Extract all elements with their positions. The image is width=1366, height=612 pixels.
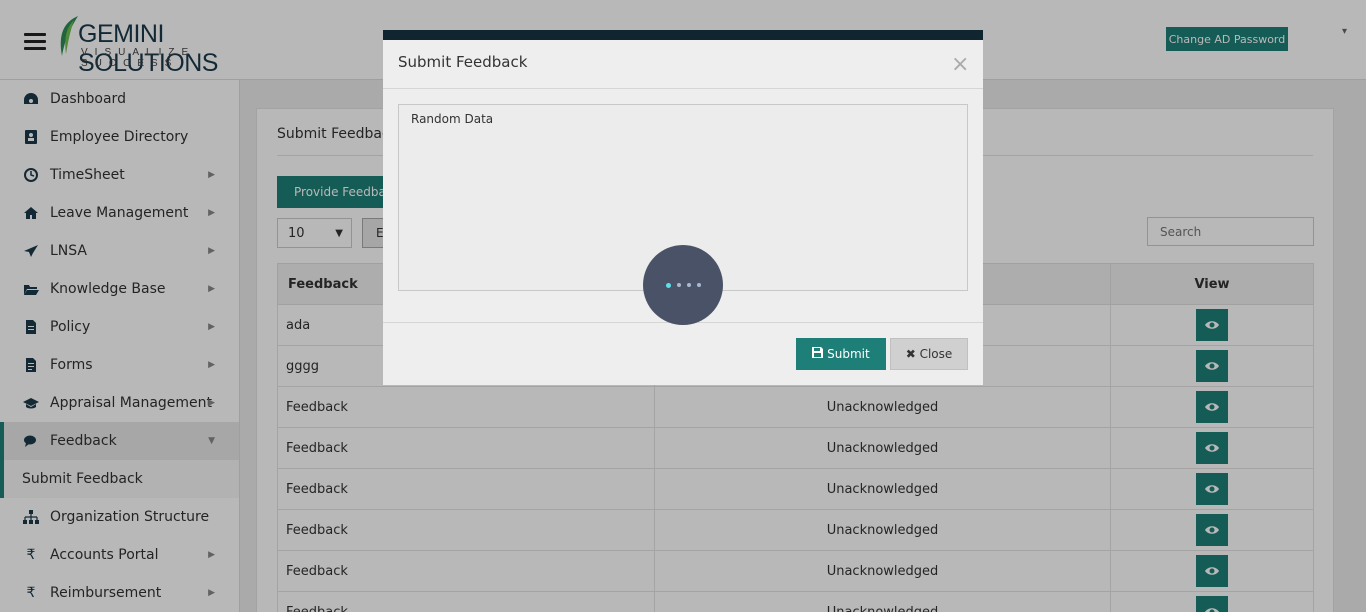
spinner-dot xyxy=(665,282,671,288)
spinner-dot xyxy=(686,283,691,287)
close-label: Close xyxy=(919,347,953,361)
close-icon[interactable]: × xyxy=(951,52,969,77)
loading-spinner xyxy=(643,245,723,325)
spinner-dot xyxy=(696,283,701,287)
close-button[interactable]: ✖ Close xyxy=(890,338,968,370)
submit-feedback-modal: Submit Feedback × Random Data Submit ✖ C… xyxy=(383,30,983,385)
times-icon: ✖ xyxy=(905,347,916,361)
spinner-dot xyxy=(676,283,681,287)
divider xyxy=(383,88,983,89)
save-icon xyxy=(812,347,824,361)
submit-label: Submit xyxy=(827,347,870,361)
submit-button[interactable]: Submit xyxy=(796,338,886,370)
modal-title: Submit Feedback xyxy=(398,53,528,71)
